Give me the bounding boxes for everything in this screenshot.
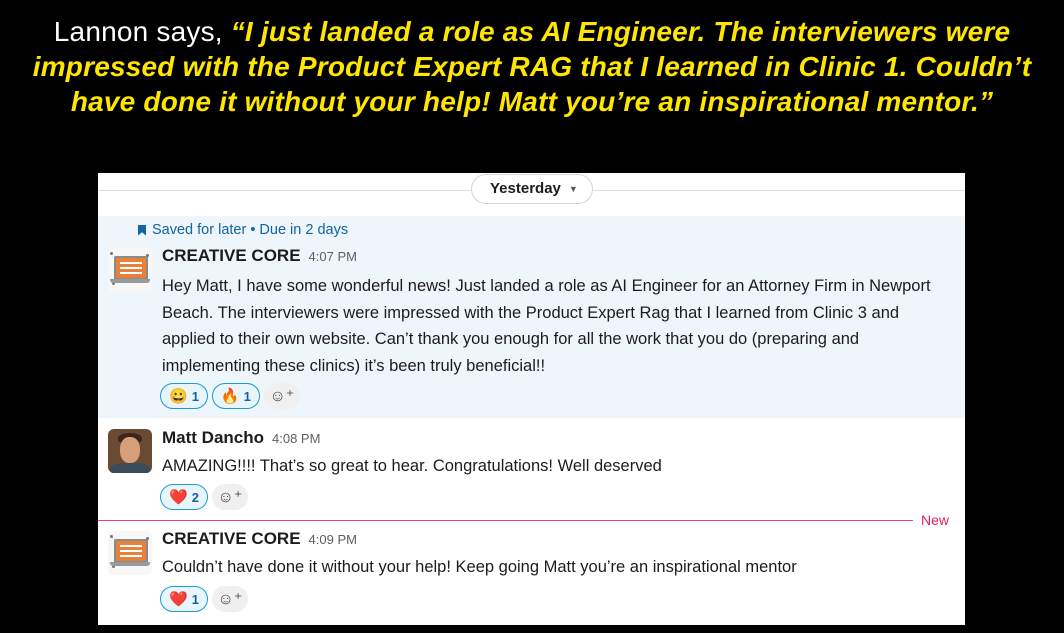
timestamp[interactable]: 4:09 PM xyxy=(309,532,357,547)
author-name[interactable]: Matt Dancho xyxy=(162,428,264,448)
reaction-fire[interactable]: 🔥 1 xyxy=(211,383,260,409)
heart-icon: ❤️ xyxy=(169,590,188,608)
reaction-count: 1 xyxy=(191,591,199,607)
bookmark-icon xyxy=(138,224,146,236)
reactions-bar: 😀 1 🔥 1 ☺⁺ xyxy=(160,383,300,409)
saved-for-later-text: Saved for later • Due in 2 days xyxy=(152,222,349,238)
day-divider-label: Yesterday xyxy=(490,180,561,197)
day-divider-button[interactable]: Yesterday ▼ xyxy=(471,174,593,204)
message-saved[interactable]: Saved for later • Due in 2 days CREATIVE… xyxy=(98,216,965,418)
message-text: Couldn’t have done it without your help!… xyxy=(162,558,797,576)
message-header: CREATIVE CORE 4:09 PM xyxy=(162,529,357,549)
new-messages-divider xyxy=(98,520,913,521)
caption: Lannon says, “I just landed a role as AI… xyxy=(0,14,1064,119)
fire-icon: 🔥 xyxy=(220,387,240,405)
message-text: Hey Matt, I have some wonderful news! Ju… xyxy=(162,277,931,375)
reaction-heart[interactable]: ❤️ 1 xyxy=(160,586,208,612)
slack-conversation-panel: Yesterday ▼ Saved for later • Due in 2 d… xyxy=(98,173,965,625)
grinning-face-icon: 😀 xyxy=(169,387,188,405)
new-messages-label: New xyxy=(921,512,950,528)
add-reaction-icon[interactable]: ☺⁺ xyxy=(211,484,248,510)
heart-icon: ❤️ xyxy=(169,488,188,506)
reaction-count: 2 xyxy=(191,489,199,505)
message-header: Matt Dancho 4:08 PM xyxy=(162,428,320,448)
reaction-grinning[interactable]: 😀 1 xyxy=(160,383,208,409)
avatar[interactable] xyxy=(108,248,152,292)
avatar[interactable] xyxy=(108,429,152,473)
reactions-bar: ❤️ 1 ☺⁺ xyxy=(160,586,248,612)
add-reaction-icon[interactable]: ☺⁺ xyxy=(211,586,248,612)
saved-for-later-banner[interactable]: Saved for later • Due in 2 days xyxy=(138,222,348,238)
add-reaction-icon[interactable]: ☺⁺ xyxy=(263,383,300,409)
author-name[interactable]: CREATIVE CORE xyxy=(162,246,301,266)
chevron-down-icon: ▼ xyxy=(568,184,578,194)
reaction-count: 1 xyxy=(191,388,199,404)
message-text: AMAZING!!!! That’s so great to hear. Con… xyxy=(162,457,662,475)
timestamp[interactable]: 4:08 PM xyxy=(272,431,320,446)
reaction-count: 1 xyxy=(243,388,251,404)
reaction-heart[interactable]: ❤️ 2 xyxy=(160,484,208,510)
avatar[interactable] xyxy=(108,531,152,575)
timestamp[interactable]: 4:07 PM xyxy=(309,249,357,264)
message-header: CREATIVE CORE 4:07 PM xyxy=(162,246,357,266)
author-name[interactable]: CREATIVE CORE xyxy=(162,529,301,549)
reactions-bar: ❤️ 2 ☺⁺ xyxy=(160,484,248,510)
caption-lead: Lannon says, xyxy=(53,16,231,47)
